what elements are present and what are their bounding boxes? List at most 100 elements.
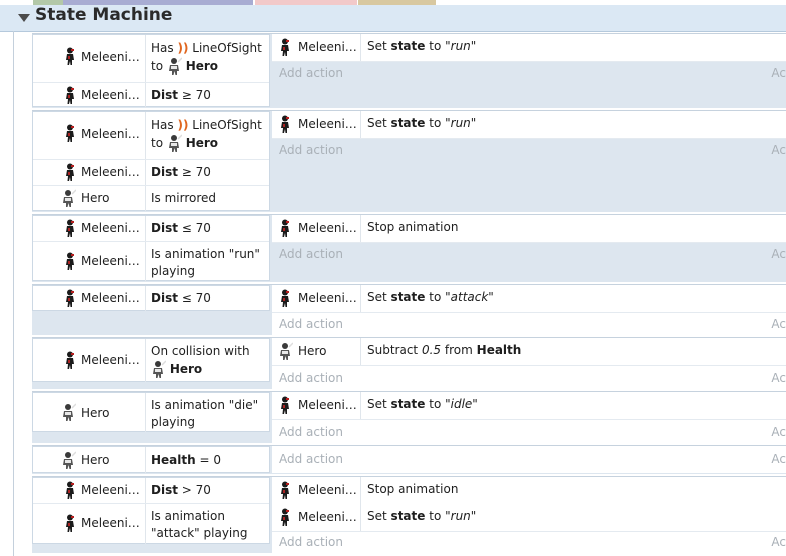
add-action-link[interactable]: Add action [279,143,343,157]
condition-text: On collision with Hero [151,343,267,379]
condition-row[interactable]: Meleeni… Is animation "run" playing [33,242,269,282]
condition-row[interactable]: Meleeni… Has )) LineOfSight to Hero [33,35,269,83]
event-group-header[interactable]: State Machine [0,5,786,32]
hero-sprite-icon [168,57,183,76]
condition-row[interactable]: Meleeni… Dist ≤ 70 [33,286,269,311]
conditions-panel: Meleeni… Dist ≤ 70 Meleeni… Is animation… [32,215,270,282]
condition-row[interactable]: Hero Health = 0 [33,447,269,473]
meleeni-sprite-icon [66,514,74,532]
actions-panel: Hero Subtract 0.5 from Health Add action… [272,338,786,389]
event-5[interactable]: ➜ Meleeni… On collision with Hero Hero S… [32,337,786,389]
object-name: Meleeni… [81,50,140,64]
hero-sprite-icon [279,342,293,361]
add-action-link-right[interactable]: Ac [771,452,786,466]
meleeni-sprite-icon [281,38,289,56]
add-action-link-right[interactable]: Ac [771,317,786,331]
meleeni-sprite-icon [281,115,289,133]
object-name: Meleeni… [298,398,357,412]
actions-panel: Add action Ac [272,446,786,473]
meleeni-sprite-icon [66,47,74,65]
add-action-link-right[interactable]: Ac [771,143,786,157]
object-name: Meleeni… [81,483,140,497]
action-text: Set state to "run" [367,116,477,130]
condition-row[interactable]: Hero Is animation "die" playing [33,393,269,432]
object-name: Meleeni… [81,516,140,530]
object-name: Meleeni… [81,127,140,141]
add-action-link[interactable]: Add action [279,247,343,261]
add-action-link-right[interactable]: Ac [771,425,786,439]
action-text: Stop animation [367,482,459,496]
condition-text: Dist ≥ 70 [151,165,211,179]
object-name: Hero [298,344,327,358]
event-1[interactable]: Meleeni… Has )) LineOfSight to Hero Mele… [32,33,786,108]
action-text: Stop animation [367,220,459,234]
actions-panel: Meleeni… Set state to "idle" Add action … [272,392,786,443]
event-3[interactable]: Meleeni… Dist ≤ 70 Meleeni… Is animation… [32,214,786,282]
object-name: Meleeni… [298,291,357,305]
object-name: Meleeni… [81,88,140,102]
condition-row[interactable]: Meleeni… On collision with Hero [33,339,269,382]
add-action-link-right[interactable]: Ac [771,247,786,261]
tree-line [13,31,14,556]
action-row[interactable]: Meleeni… Set state to "run" [272,504,786,532]
hero-sprite-icon [152,360,167,379]
action-row[interactable]: Meleeni… Set state to "idle" [272,392,786,420]
add-action-link[interactable]: Add action [279,371,343,385]
object-name: Meleeni… [298,40,357,54]
add-action-link[interactable]: Add action [279,452,343,466]
condition-row[interactable]: Meleeni… Has )) LineOfSight to Hero [33,112,269,160]
group-title: State Machine [35,5,173,25]
condition-row[interactable]: Meleeni… Dist ≥ 70 [33,83,269,108]
conditions-panel: Meleeni… On collision with Hero [32,338,270,382]
conditions-panel: Hero Is animation "die" playing [32,392,270,432]
meleeni-sprite-icon [66,289,74,307]
meleeni-sprite-icon [281,396,289,414]
add-action-link-right[interactable]: Ac [771,535,786,549]
action-row[interactable]: Meleeni… Set state to "run" [272,111,786,139]
condition-row[interactable]: Meleeni… Is animation "attack" playing [33,504,269,544]
add-action-link[interactable]: Add action [279,425,343,439]
action-text: Set state to "attack" [367,290,494,304]
condition-row[interactable]: Meleeni… Dist ≥ 70 [33,160,269,186]
object-name: Meleeni… [298,483,357,497]
action-text: Subtract 0.5 from Health [367,343,522,357]
action-row[interactable]: Meleeni… Set state to "run" [272,34,786,62]
condition-text: Dist ≤ 70 [151,221,211,235]
add-action-link[interactable]: Add action [279,66,343,80]
conditions-panel: Meleeni… Dist ≤ 70 [32,285,270,311]
meleeni-sprite-icon [281,289,289,307]
sound-wave-icon: )) [177,118,189,132]
meleeni-sprite-icon [66,124,74,142]
meleeni-sprite-icon [66,481,74,499]
action-row[interactable]: Hero Subtract 0.5 from Health [272,338,786,366]
add-action-link[interactable]: Add action [279,535,343,549]
actions-panel: Meleeni… Stop animation Meleeni… Set sta… [272,477,786,553]
meleeni-sprite-icon [281,219,289,237]
collapse-triangle-icon[interactable] [18,14,30,22]
condition-text: Health = 0 [151,453,222,467]
add-action-link-right[interactable]: Ac [771,371,786,385]
condition-row[interactable]: Meleeni… Dist > 70 [33,478,269,504]
event-2[interactable]: Meleeni… Has )) LineOfSight to Hero Mele… [32,110,786,212]
event-6[interactable]: Hero Is animation "die" playing Meleeni… … [32,391,786,443]
object-name: Meleeni… [81,254,140,268]
object-name: Hero [81,453,110,467]
condition-row[interactable]: Hero Is mirrored [33,186,269,211]
action-text: Set state to "run" [367,39,477,53]
hero-sprite-icon [62,403,76,422]
event-8[interactable]: Meleeni… Dist > 70 Meleeni… Is animation… [32,476,786,553]
action-row[interactable]: Meleeni… Stop animation [272,215,786,243]
meleeni-sprite-icon [66,219,74,237]
condition-text: Dist ≤ 70 [151,291,211,305]
add-action-link-right[interactable]: Ac [771,66,786,80]
event-7[interactable]: Hero Health = 0 Add action Ac [32,445,786,474]
add-action-link[interactable]: Add action [279,317,343,331]
event-4[interactable]: Meleeni… Dist ≤ 70 Meleeni… Set state to… [32,284,786,335]
condition-text: Is mirrored [151,191,217,205]
action-row[interactable]: Meleeni… Stop animation [272,477,786,505]
conditions-panel: Meleeni… Has )) LineOfSight to Hero Mele… [32,111,270,211]
condition-row[interactable]: Meleeni… Dist ≤ 70 [33,216,269,242]
hero-sprite-icon [168,134,183,153]
object-name: Meleeni… [81,221,140,235]
action-row[interactable]: Meleeni… Set state to "attack" [272,285,786,313]
